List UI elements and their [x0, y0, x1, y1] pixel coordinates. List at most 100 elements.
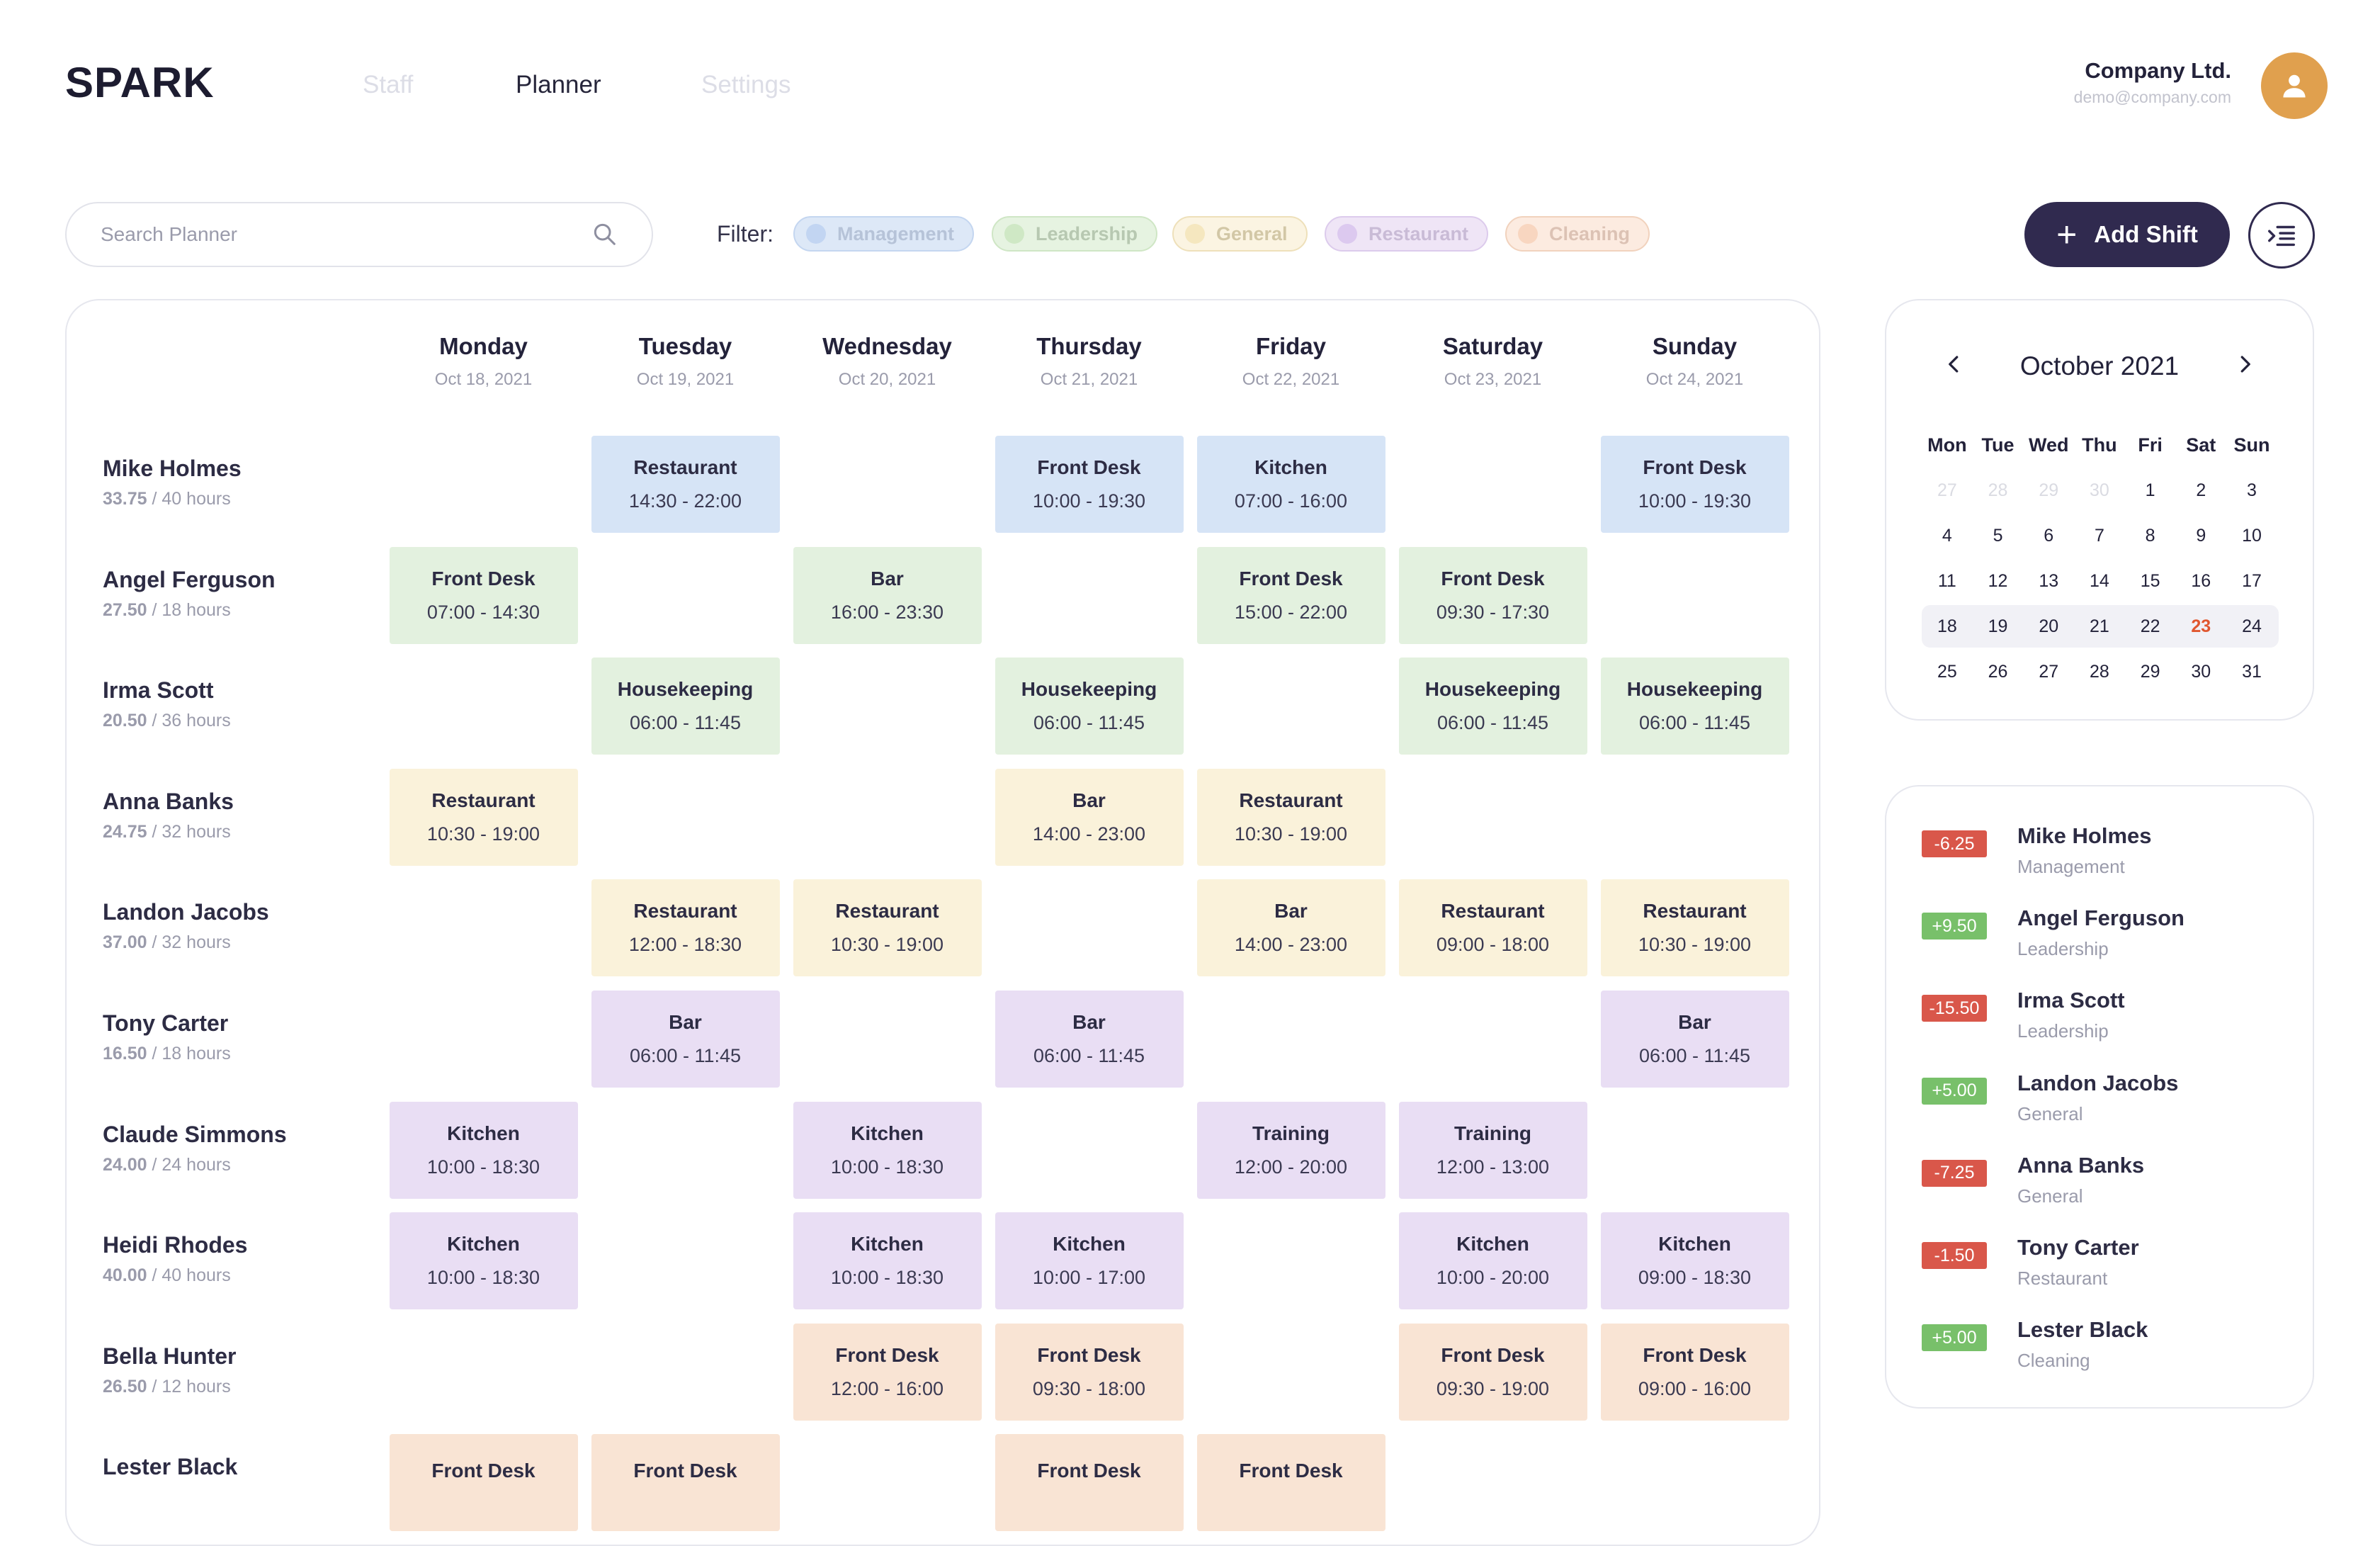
- balance-row[interactable]: -15.50 Irma Scott Leadership: [1922, 988, 2276, 1051]
- calendar-day[interactable]: 27: [1922, 468, 1973, 513]
- calendar-day[interactable]: 4: [1922, 513, 1973, 558]
- filter-chip-restaurant[interactable]: Restaurant: [1325, 216, 1489, 252]
- calendar-day[interactable]: 29: [2023, 468, 2074, 513]
- calendar-day[interactable]: 26: [1973, 649, 2024, 694]
- shift-card[interactable]: Kitchen 10:00 - 18:30: [389, 1212, 578, 1310]
- calendar-day[interactable]: 21: [2074, 604, 2125, 649]
- staff-name[interactable]: Heidi Rhodes: [103, 1232, 247, 1258]
- shift-card[interactable]: Bar 16:00 - 23:30: [793, 546, 982, 644]
- filter-chip-leadership[interactable]: Leadership: [992, 216, 1158, 252]
- calendar-day[interactable]: 15: [2125, 558, 2176, 604]
- shift-card[interactable]: Bar 14:00 - 23:00: [994, 768, 1184, 866]
- staff-name[interactable]: Tony Carter: [103, 1010, 231, 1037]
- shift-card[interactable]: Kitchen 09:00 - 18:30: [1600, 1212, 1789, 1310]
- shift-card[interactable]: Kitchen 10:00 - 17:00: [994, 1212, 1184, 1310]
- avatar[interactable]: [2261, 52, 2328, 119]
- calendar-day[interactable]: 6: [2023, 513, 2074, 558]
- shift-card[interactable]: Restaurant 10:30 - 19:00: [793, 879, 982, 977]
- shift-card[interactable]: Bar 06:00 - 11:45: [1600, 991, 1789, 1088]
- shift-card[interactable]: Housekeeping 06:00 - 11:45: [1600, 658, 1789, 755]
- shift-card[interactable]: Front Desk 09:30 - 17:30: [1398, 546, 1587, 644]
- shift-card[interactable]: Front Desk 12:00 - 16:00: [793, 1323, 982, 1421]
- calendar-day[interactable]: 13: [2023, 558, 2074, 604]
- calendar-day[interactable]: 17: [2226, 558, 2277, 604]
- calendar-day[interactable]: 24: [2226, 604, 2277, 649]
- calendar-day[interactable]: 20: [2023, 604, 2074, 649]
- next-month-button[interactable]: [2225, 344, 2265, 384]
- shift-card[interactable]: Kitchen 10:00 - 20:00: [1398, 1212, 1587, 1310]
- shift-card[interactable]: Bar 14:00 - 23:00: [1196, 879, 1386, 977]
- shift-card[interactable]: Restaurant 12:00 - 18:30: [591, 879, 780, 977]
- shift-card[interactable]: Kitchen 10:00 - 18:30: [389, 1101, 578, 1199]
- calendar-day[interactable]: 10: [2226, 513, 2277, 558]
- shift-card[interactable]: Housekeeping 06:00 - 11:45: [994, 658, 1184, 755]
- add-shift-button[interactable]: + Add Shift: [2024, 202, 2230, 267]
- shift-card[interactable]: Front Desk 09:00 - 16:00: [1600, 1323, 1789, 1421]
- shift-card[interactable]: Restaurant 10:30 - 19:00: [1196, 768, 1386, 866]
- calendar-day[interactable]: 7: [2074, 513, 2125, 558]
- filter-chip-management[interactable]: Management: [793, 216, 975, 252]
- calendar-day[interactable]: 25: [1922, 649, 1973, 694]
- shift-card[interactable]: Front Desk 10:00 - 19:30: [1600, 436, 1789, 533]
- nav-settings[interactable]: Settings: [701, 71, 790, 99]
- calendar-day[interactable]: 28: [2074, 649, 2125, 694]
- shift-card[interactable]: Bar 06:00 - 11:45: [591, 991, 780, 1088]
- shift-card[interactable]: Front Desk 10:00 - 19:30: [994, 436, 1184, 533]
- shift-card[interactable]: Housekeeping 06:00 - 11:45: [591, 658, 780, 755]
- calendar-day[interactable]: 31: [2226, 649, 2277, 694]
- search-icon[interactable]: [591, 220, 619, 249]
- staff-name[interactable]: Mike Holmes: [103, 456, 242, 482]
- calendar-day[interactable]: 30: [2074, 468, 2125, 513]
- balance-row[interactable]: +5.00 Landon Jacobs General: [1922, 1071, 2276, 1134]
- calendar-day[interactable]: 3: [2226, 468, 2277, 513]
- shift-card[interactable]: Kitchen 10:00 - 18:30: [793, 1101, 982, 1199]
- staff-name[interactable]: Lester Black: [103, 1454, 237, 1480]
- shift-card[interactable]: Front Desk: [994, 1434, 1184, 1532]
- staff-name[interactable]: Anna Banks: [103, 789, 234, 815]
- shift-card[interactable]: Kitchen 10:00 - 18:30: [793, 1212, 982, 1310]
- calendar-day[interactable]: 12: [1973, 558, 2024, 604]
- shift-card[interactable]: Front Desk 07:00 - 14:30: [389, 546, 578, 644]
- calendar-day[interactable]: 9: [2175, 513, 2226, 558]
- balance-row[interactable]: -1.50 Tony Carter Restaurant: [1922, 1235, 2276, 1299]
- shift-card[interactable]: Training 12:00 - 13:00: [1398, 1101, 1587, 1199]
- shift-card[interactable]: Restaurant 09:00 - 18:00: [1398, 879, 1587, 977]
- calendar-day[interactable]: 29: [2125, 649, 2176, 694]
- staff-name[interactable]: Angel Ferguson: [103, 567, 276, 593]
- shift-card[interactable]: Front Desk 15:00 - 22:00: [1196, 546, 1386, 644]
- filter-chip-general[interactable]: General: [1172, 216, 1308, 252]
- shift-card[interactable]: Restaurant 14:30 - 22:00: [591, 436, 780, 533]
- calendar-day[interactable]: 8: [2125, 513, 2176, 558]
- shift-card[interactable]: Restaurant 10:30 - 19:00: [389, 768, 578, 866]
- nav-staff[interactable]: Staff: [363, 71, 413, 99]
- staff-name[interactable]: Landon Jacobs: [103, 899, 269, 925]
- shift-card[interactable]: Housekeeping 06:00 - 11:45: [1398, 658, 1587, 755]
- nav-planner[interactable]: Planner: [516, 71, 601, 99]
- calendar-day[interactable]: 27: [2023, 649, 2074, 694]
- calendar-day[interactable]: 19: [1973, 604, 2024, 649]
- calendar-day[interactable]: 11: [1922, 558, 1973, 604]
- shift-card[interactable]: Front Desk: [591, 1434, 780, 1532]
- balance-row[interactable]: -6.25 Mike Holmes Management: [1922, 823, 2276, 887]
- calendar-day[interactable]: 18: [1922, 604, 1973, 649]
- calendar-day[interactable]: 2: [2175, 468, 2226, 513]
- balance-row[interactable]: +9.50 Angel Ferguson Leadership: [1922, 905, 2276, 969]
- balance-row[interactable]: +5.00 Lester Black Cleaning: [1922, 1317, 2276, 1381]
- shift-card[interactable]: Front Desk 09:30 - 18:00: [994, 1323, 1184, 1421]
- calendar-day[interactable]: 22: [2125, 604, 2176, 649]
- staff-name[interactable]: Bella Hunter: [103, 1343, 236, 1370]
- calendar-day-today[interactable]: 23: [2175, 604, 2226, 649]
- filter-chip-cleaning[interactable]: Cleaning: [1505, 216, 1650, 252]
- search-input[interactable]: [99, 222, 591, 247]
- shift-card[interactable]: Front Desk: [389, 1434, 578, 1532]
- shift-card[interactable]: Front Desk 09:30 - 19:00: [1398, 1323, 1587, 1421]
- staff-name[interactable]: Claude Simmons: [103, 1122, 287, 1148]
- calendar-day[interactable]: 30: [2175, 649, 2226, 694]
- calendar-day[interactable]: 16: [2175, 558, 2226, 604]
- calendar-day[interactable]: 28: [1973, 468, 2024, 513]
- shift-card[interactable]: Training 12:00 - 20:00: [1196, 1101, 1386, 1199]
- staff-name[interactable]: Irma Scott: [103, 677, 231, 704]
- calendar-day[interactable]: 5: [1973, 513, 2024, 558]
- calendar-day[interactable]: 1: [2125, 468, 2176, 513]
- calendar-day[interactable]: 14: [2074, 558, 2125, 604]
